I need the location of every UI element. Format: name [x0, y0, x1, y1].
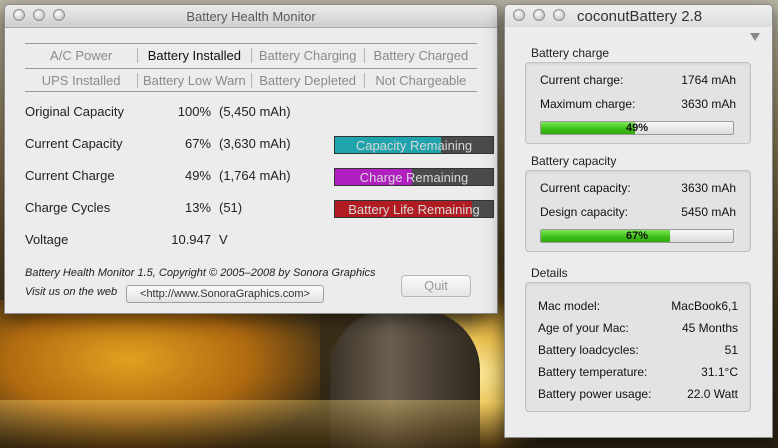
charge-progress-bar: 49%	[540, 121, 734, 135]
design-capacity-value: 5450 mAh	[681, 205, 736, 219]
maximum-charge-row: Maximum charge: 3630 mAh	[540, 97, 736, 113]
capacity-progress-bar: 67%	[540, 229, 734, 243]
details-heading: Details	[531, 266, 568, 280]
current-capacity-row: Current capacity: 3630 mAh	[540, 181, 736, 197]
mac-age-label: Age of your Mac:	[538, 321, 629, 335]
power-status-grid: A/C Power Battery Installed Battery Char…	[25, 43, 477, 92]
current-charge-value: 1764 mAh	[681, 73, 736, 87]
charge-cycles-label: Charge Cycles	[25, 200, 111, 215]
copyright-text: Battery Health Monitor 1.5, Copyright © …	[25, 267, 376, 279]
status-ac-power: A/C Power	[25, 47, 139, 63]
voltage-unit: V	[219, 232, 228, 247]
current-capacity-percent: 67%	[184, 136, 211, 151]
maximum-charge-label: Maximum charge:	[540, 97, 636, 111]
original-capacity-label: Original Capacity	[25, 104, 124, 119]
capacity-remaining-bar: Capacity Remaining	[334, 136, 494, 154]
charge-cycles-detail: (51)	[219, 200, 243, 215]
battery-charge-heading: Battery charge	[531, 46, 610, 60]
wallpaper-water	[0, 400, 520, 448]
original-capacity-detail: (5,450 mAh)	[219, 104, 291, 119]
temperature-label: Battery temperature:	[538, 365, 648, 379]
battery-health-monitor-window: Battery Health Monitor A/C Power Battery…	[4, 4, 498, 314]
detail-row-mac-age: Age of your Mac: 45 Months	[538, 321, 738, 337]
cb-window-title: coconutBattery 2.8	[577, 8, 703, 25]
coconut-battery-window: coconutBattery 2.8 Battery charge Curren…	[504, 4, 773, 438]
loadcycles-value: 51	[724, 343, 738, 357]
original-capacity-percent: 100%	[177, 104, 211, 119]
current-capacity-detail: (3,630 mAh)	[219, 136, 291, 151]
mac-model-label: Mac model:	[538, 299, 601, 313]
bhm-titlebar[interactable]: Battery Health Monitor	[5, 5, 497, 28]
detail-row-mac-model: Mac model: MacBook6,1	[538, 299, 738, 315]
status-battery-installed: Battery Installed	[138, 47, 252, 63]
status-row-1: A/C Power Battery Installed Battery Char…	[25, 44, 477, 66]
status-battery-low-warn: Battery Low Warn	[138, 72, 252, 88]
detail-row-power-usage: Battery power usage: 22.0 Watt	[538, 387, 738, 403]
collapse-triangle-icon[interactable]	[750, 33, 760, 41]
quit-button[interactable]: Quit	[401, 275, 471, 297]
mac-model-value: MacBook6,1	[671, 299, 738, 313]
temperature-value: 31.1°C	[701, 365, 738, 379]
charge-remaining-label: Charge Remaining	[359, 170, 469, 185]
current-charge-label: Current charge:	[540, 73, 624, 87]
status-not-chargeable: Not Chargeable	[375, 72, 467, 88]
battery-life-remaining-bar: Battery Life Remaining	[334, 200, 494, 218]
cb-titlebar[interactable]: coconutBattery 2.8	[505, 5, 772, 27]
battery-charge-group: Current charge: 1764 mAh Maximum charge:…	[525, 62, 751, 144]
details-group: Mac model: MacBook6,1 Age of your Mac: 4…	[525, 282, 751, 412]
battery-capacity-heading: Battery capacity	[531, 154, 617, 168]
charge-remaining-bar: Charge Remaining	[334, 168, 494, 186]
capacity-progress-text: 67%	[625, 230, 649, 242]
status-battery-charging: Battery Charging	[252, 47, 365, 63]
current-charge-detail: (1,764 mAh)	[219, 168, 291, 183]
current-capacity-label: Current capacity:	[540, 181, 631, 195]
zoom-window-button[interactable]	[553, 9, 565, 21]
status-battery-depleted: Battery Depleted	[252, 72, 365, 88]
website-link-button[interactable]: <http://www.SonoraGraphics.com>	[126, 285, 324, 303]
current-capacity-label: Current Capacity	[25, 136, 123, 151]
mac-age-value: 45 Months	[681, 321, 738, 335]
design-capacity-label: Design capacity:	[540, 205, 629, 219]
battery-life-remaining-label: Battery Life Remaining	[348, 202, 480, 217]
voltage-label: Voltage	[25, 232, 69, 247]
current-charge-label: Current Charge	[25, 168, 115, 183]
current-charge-row: Current charge: 1764 mAh	[540, 73, 736, 89]
charge-cycles-percent: 13%	[184, 200, 211, 215]
voltage-value: 10.947	[171, 232, 211, 247]
battery-capacity-group: Current capacity: 3630 mAh Design capaci…	[525, 170, 751, 252]
detail-row-temperature: Battery temperature: 31.1°C	[538, 365, 738, 381]
current-charge-percent: 49%	[184, 168, 211, 183]
design-capacity-row: Design capacity: 5450 mAh	[540, 205, 736, 221]
minimize-window-button[interactable]	[533, 9, 545, 21]
visit-web-label: Visit us on the web	[25, 286, 118, 298]
loadcycles-label: Battery loadcycles:	[538, 343, 639, 357]
bhm-window-title: Battery Health Monitor	[186, 9, 316, 24]
current-capacity-value: 3630 mAh	[681, 181, 736, 195]
maximum-charge-value: 3630 mAh	[681, 97, 736, 111]
status-ups-installed: UPS Installed	[25, 72, 139, 88]
charge-progress-text: 49%	[625, 122, 649, 134]
status-row-2: UPS Installed Battery Low Warn Battery D…	[25, 68, 477, 91]
status-battery-charged: Battery Charged	[373, 47, 469, 63]
close-window-button[interactable]	[513, 9, 525, 21]
power-usage-label: Battery power usage:	[538, 387, 652, 401]
power-usage-value: 22.0 Watt	[687, 387, 738, 401]
detail-row-loadcycles: Battery loadcycles: 51	[538, 343, 738, 359]
capacity-remaining-label: Capacity Remaining	[355, 138, 473, 153]
